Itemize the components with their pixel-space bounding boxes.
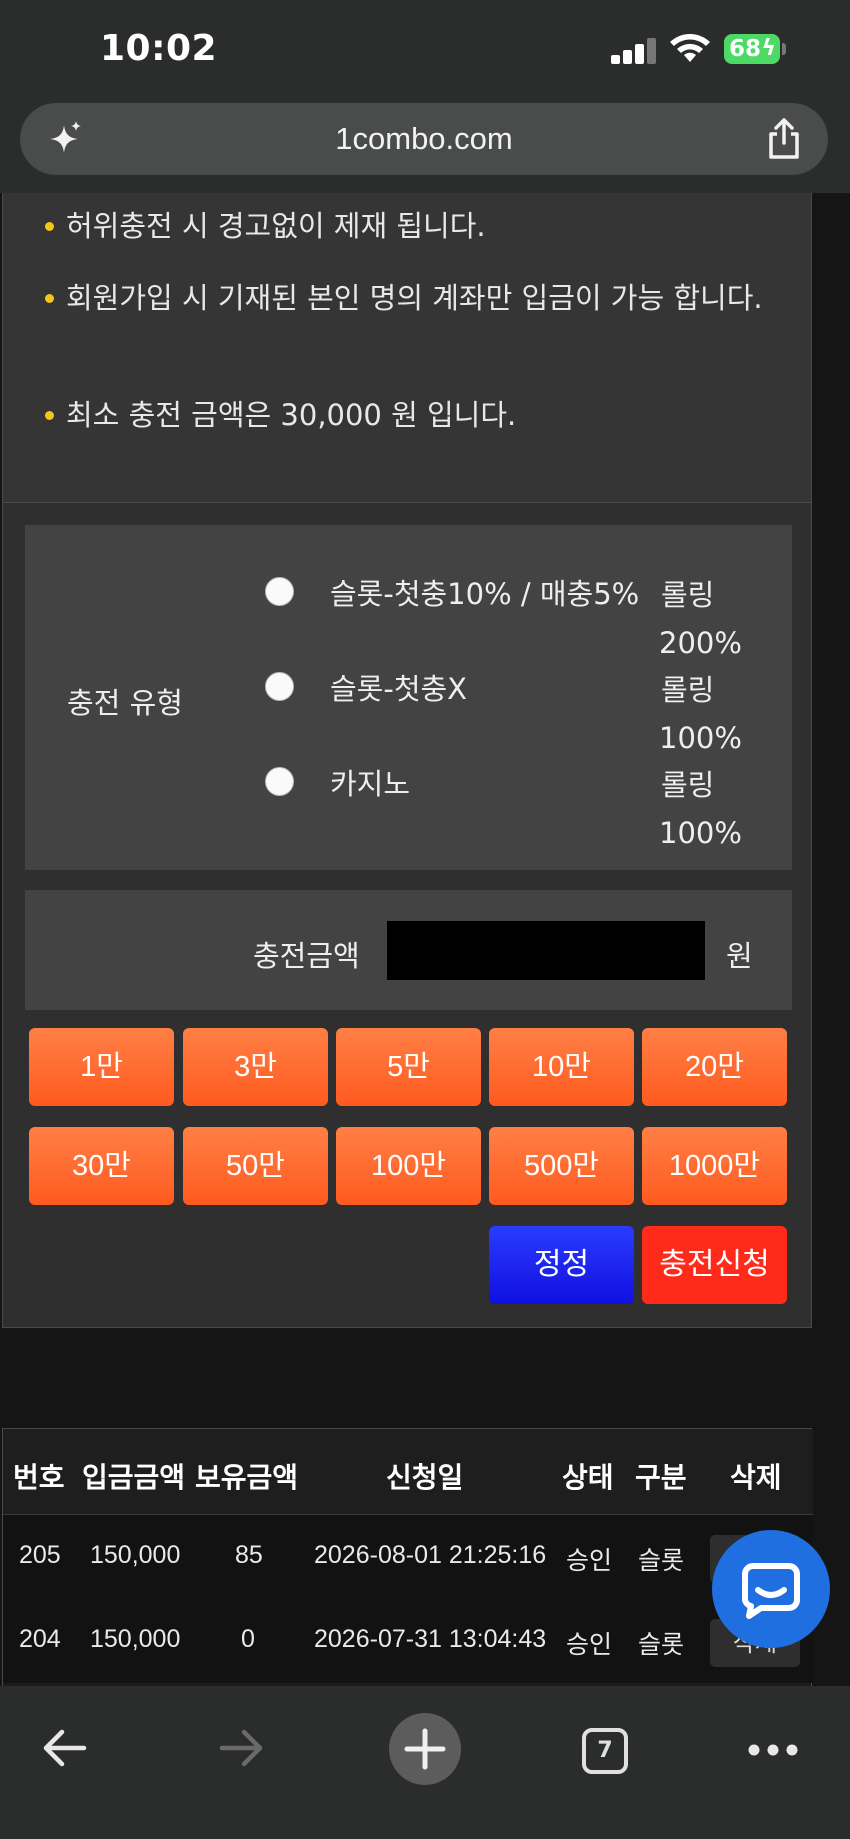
cell-no: 204 (19, 1625, 61, 1653)
charge-type-option[interactable]: 슬롯-첫충X 롤링 100% (25, 660, 792, 755)
tabs-count-button[interactable]: 7 (582, 1728, 628, 1774)
column-header: 상태 (562, 1461, 614, 1494)
wifi-icon (670, 34, 710, 62)
quick-amount-button[interactable]: 20만 (642, 1028, 787, 1106)
share-icon[interactable] (764, 117, 804, 161)
rolling-label: 롤링 (661, 673, 715, 707)
back-arrow-icon[interactable] (40, 1724, 88, 1772)
charge-form: 충전 유형 슬롯-첫충10% / 매충5% 롤링 200% 슬롯-첫충X 롤링 … (2, 503, 812, 1328)
table-row: 205 150,000 85 2026-08-01 21:25:16 승인 슬롯… (3, 1515, 813, 1599)
quick-amount-button[interactable]: 30만 (29, 1127, 174, 1205)
column-header: 구분 (635, 1461, 687, 1494)
browser-toolbar: 1combo.com (0, 100, 850, 193)
column-header: 삭제 (730, 1461, 782, 1494)
battery-level: 68 (729, 36, 762, 62)
cell-date: 2026-08-01 21:25:16 (314, 1541, 547, 1569)
quick-amount-button[interactable]: 500만 (489, 1127, 634, 1205)
status-bar: 10:02 68 ϟ (0, 0, 850, 100)
column-header: 입금금액 (82, 1461, 186, 1494)
amount-unit: 원 (726, 939, 753, 973)
cell-balance: 0 (241, 1625, 255, 1653)
notice-panel: 허위충전 시 경고없이 제재 됩니다. 회원가입 시 기재된 본인 명의 계좌만… (2, 193, 812, 503)
notice-item: 허위충전 시 경고없이 제재 됩니다. (45, 201, 766, 251)
browser-bottom-bar: 7 (0, 1686, 850, 1839)
option-name: 카지노 (330, 767, 411, 801)
new-tab-button[interactable] (389, 1713, 461, 1785)
option-rolling: 롤링 100% (659, 666, 761, 762)
amount-label: 충전금액 (253, 939, 360, 973)
reset-button[interactable]: 정정 (489, 1226, 634, 1304)
cell-status: 승인 (566, 1631, 613, 1659)
chat-button[interactable] (712, 1530, 830, 1648)
forward-arrow-icon[interactable] (218, 1724, 266, 1772)
option-name: 슬롯-첫충10% / 매충5% (330, 577, 640, 611)
notice-item: 회원가입 시 기재된 본인 명의 계좌만 입금이 가능 합니다. (45, 273, 766, 323)
quick-amount-button[interactable]: 1000만 (642, 1127, 787, 1205)
address-bar[interactable]: 1combo.com (20, 103, 828, 175)
rolling-label: 롤링 (661, 578, 715, 612)
cellular-signal-icon (611, 38, 657, 64)
column-header: 신청일 (386, 1461, 464, 1494)
quick-amount-button[interactable]: 3만 (183, 1028, 328, 1106)
quick-amount-button[interactable]: 5만 (336, 1028, 481, 1106)
option-name: 슬롯-첫충X (330, 672, 468, 706)
quick-amount-button[interactable]: 50만 (183, 1127, 328, 1205)
cell-deposit: 150,000 (90, 1625, 181, 1653)
charging-bolt-icon: ϟ (761, 36, 776, 61)
amount-section: 충전금액 원 (25, 890, 792, 1010)
radio-button[interactable] (265, 767, 294, 796)
rolling-value: 100% (659, 816, 742, 850)
option-rolling: 롤링 200% (659, 571, 761, 667)
apply-charge-button[interactable]: 충전신청 (642, 1226, 787, 1304)
table-row: 204 150,000 0 2026-07-31 13:04:43 승인 슬롯 … (3, 1599, 813, 1683)
column-header: 보유금액 (195, 1461, 299, 1494)
quick-amount-button[interactable]: 100만 (336, 1127, 481, 1205)
address-text[interactable]: 1combo.com (20, 121, 828, 157)
chat-bubble-icon (742, 1563, 800, 1619)
column-header: 번호 (13, 1461, 65, 1494)
battery-icon: 68 ϟ (724, 34, 780, 64)
quick-amount-button[interactable]: 1만 (29, 1028, 174, 1106)
charge-type-option[interactable]: 카지노 롤링 100% (25, 755, 792, 850)
cell-type: 슬롯 (638, 1631, 685, 1659)
radio-button[interactable] (265, 577, 294, 606)
option-rolling: 롤링 100% (659, 761, 761, 857)
cell-no: 205 (19, 1541, 61, 1569)
deposit-history-table: 번호 입금금액 보유금액 신청일 상태 구분 삭제 205 150,000 85… (2, 1428, 813, 1686)
status-time: 10:02 (100, 28, 218, 69)
rolling-label: 롤링 (661, 768, 715, 802)
notice-item: 최소 충전 금액은 30,000 원 입니다. (45, 390, 766, 440)
battery-tip (782, 43, 786, 55)
table-header: 번호 입금금액 보유금액 신청일 상태 구분 삭제 (3, 1429, 813, 1515)
cell-type: 슬롯 (638, 1547, 685, 1575)
radio-button[interactable] (265, 672, 294, 701)
charge-type-option[interactable]: 슬롯-첫충10% / 매충5% 롤링 200% (25, 565, 792, 660)
cell-status: 승인 (566, 1547, 613, 1575)
amount-input[interactable] (387, 921, 705, 980)
quick-amount-button[interactable]: 10만 (489, 1028, 634, 1106)
cell-deposit: 150,000 (90, 1541, 181, 1569)
charge-type-section: 충전 유형 슬롯-첫충10% / 매충5% 롤링 200% 슬롯-첫충X 롤링 … (25, 525, 792, 870)
plus-icon (404, 1728, 446, 1770)
cell-date: 2026-07-31 13:04:43 (314, 1625, 547, 1653)
cell-balance: 85 (235, 1541, 263, 1569)
more-options-icon[interactable] (748, 1744, 798, 1756)
